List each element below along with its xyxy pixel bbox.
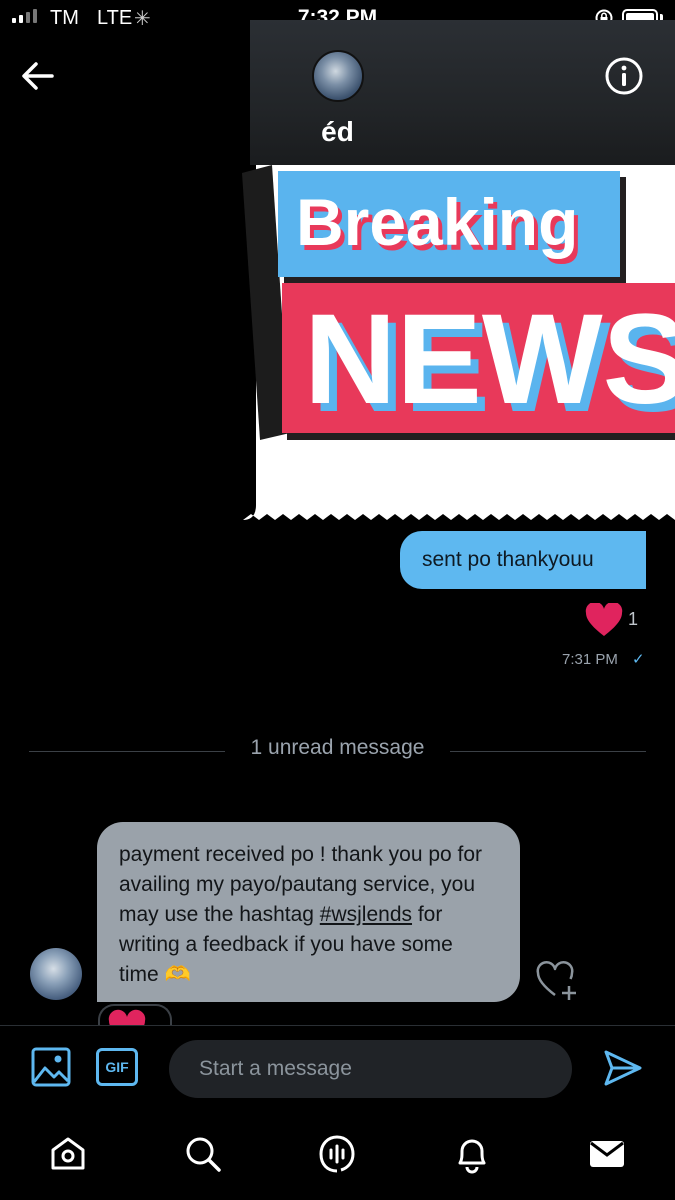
notifications-icon xyxy=(458,1139,486,1174)
message-timestamp: 7:31 PM xyxy=(562,651,618,668)
hashtag-link[interactable]: #wsjlends xyxy=(320,903,412,926)
tab-search[interactable] xyxy=(181,1132,225,1176)
tab-spaces[interactable] xyxy=(315,1132,359,1176)
search-icon xyxy=(186,1137,221,1172)
tab-messages[interactable] xyxy=(585,1132,629,1176)
read-check-icon: ✓ xyxy=(632,651,645,668)
contact-name[interactable]: éd xyxy=(0,116,675,148)
sent-message-bubble[interactable]: sent po thankyouu xyxy=(400,531,646,589)
spaces-icon xyxy=(319,1135,355,1173)
message-input[interactable] xyxy=(169,1040,572,1098)
back-arrow-icon[interactable] xyxy=(20,58,56,94)
messages-icon xyxy=(590,1141,624,1167)
tab-notifications[interactable] xyxy=(450,1132,494,1176)
sender-avatar[interactable] xyxy=(30,948,82,1000)
sent-message-text: sent po thankyouu xyxy=(422,548,594,571)
reaction-count: 1 xyxy=(628,609,639,629)
contact-avatar[interactable] xyxy=(312,50,364,102)
received-message-bubble[interactable]: payment received po ! thank you po for a… xyxy=(97,822,520,1002)
image-icon[interactable] xyxy=(30,1046,72,1088)
send-icon[interactable] xyxy=(603,1048,643,1088)
tab-home[interactable] xyxy=(46,1132,90,1176)
home-icon xyxy=(51,1137,85,1170)
headline-breaking: Breaking xyxy=(296,185,578,259)
breaking-news-image[interactable]: Breaking Breaking NEWS NEWS xyxy=(242,165,675,530)
headline-news: NEWS xyxy=(304,288,675,431)
heart-reaction-icon[interactable] xyxy=(585,603,623,637)
unread-divider: 1 unread message xyxy=(250,736,425,759)
heart-add-icon[interactable] xyxy=(535,960,579,1000)
info-icon[interactable] xyxy=(604,56,644,96)
gif-button[interactable]: GIF xyxy=(96,1048,138,1086)
